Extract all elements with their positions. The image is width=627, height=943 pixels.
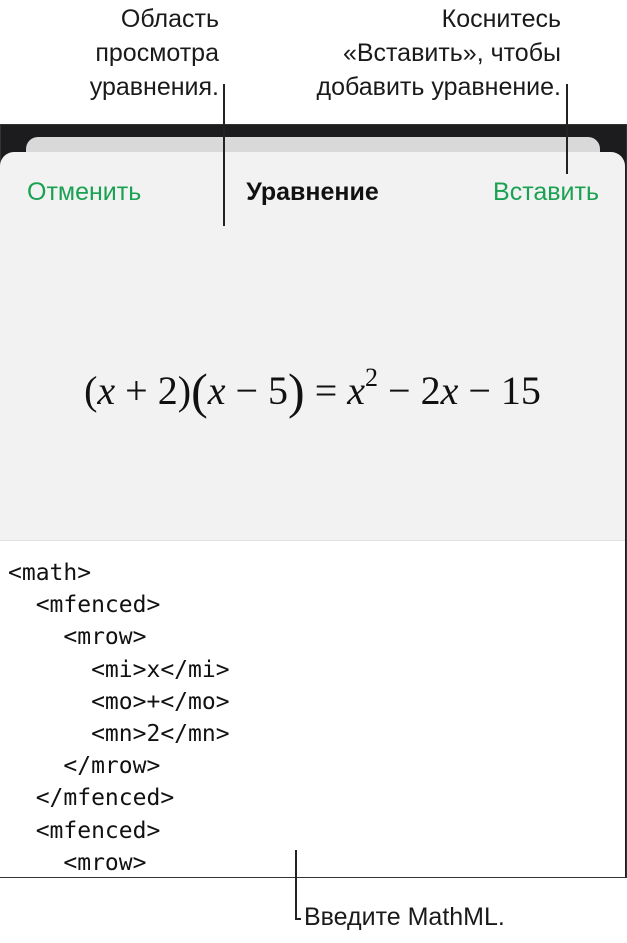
open-paren: ( bbox=[84, 368, 98, 413]
code-line: <math> bbox=[8, 560, 92, 586]
var-x: x bbox=[440, 368, 459, 413]
code-line: <mfenced> bbox=[8, 592, 161, 619]
var-x: x bbox=[207, 368, 226, 413]
leader-line-insert bbox=[566, 84, 568, 174]
code-line: <mi>x</mi> bbox=[8, 656, 230, 683]
callout-insert-hint: Коснитесь «Вставить», чтобы добавить ура… bbox=[316, 5, 561, 101]
minus-operator: − bbox=[458, 368, 501, 413]
equation-sheet: Отменить Уравнение Вставить (x + 2)(x − … bbox=[0, 152, 625, 877]
mathml-code[interactable]: <math> <mfenced> <mrow> <mi>x</mi> <mo>+… bbox=[8, 557, 230, 877]
code-line: <mfenced> bbox=[8, 817, 161, 844]
minus-operator: − bbox=[225, 368, 269, 413]
var-x: x bbox=[97, 368, 116, 413]
equation-preview-area: (x + 2)(x − 5) = x2 − 2x − 15 bbox=[0, 212, 625, 540]
code-line: <mrow> bbox=[8, 624, 147, 651]
number-2: 2 bbox=[157, 368, 178, 413]
callout-enter-mathml: Введите MathML. bbox=[304, 903, 505, 931]
coefficient-2: 2 bbox=[420, 368, 441, 413]
leader-line-mathml-foot bbox=[295, 918, 301, 920]
equals-sign: = bbox=[304, 368, 348, 413]
number-15: 15 bbox=[500, 368, 541, 413]
var-x: x bbox=[347, 368, 366, 413]
code-line: <mn>2</mn> bbox=[8, 720, 230, 747]
code-line: </mrow> bbox=[8, 753, 161, 780]
number-5: 5 bbox=[268, 368, 289, 413]
insert-button[interactable]: Вставить bbox=[493, 178, 599, 207]
callout-preview-area: Область просмотра уравнения. bbox=[89, 5, 219, 101]
mathml-editor[interactable]: <math> <mfenced> <mrow> <mi>x</mi> <mo>+… bbox=[0, 540, 625, 877]
open-paren-large: ( bbox=[191, 363, 208, 419]
plus-operator: + bbox=[115, 368, 158, 413]
code-line: </mfenced> bbox=[8, 785, 175, 812]
close-paren-large: ) bbox=[288, 363, 305, 419]
close-paren: ) bbox=[177, 368, 192, 413]
leader-line-preview bbox=[223, 84, 225, 226]
exponent: 2 bbox=[365, 363, 379, 392]
leader-line-mathml bbox=[295, 850, 297, 920]
code-line: <mrow> bbox=[8, 849, 147, 876]
code-line: <mo>+</mo> bbox=[8, 688, 230, 715]
minus-operator: − bbox=[378, 368, 421, 413]
equation-preview: (x + 2)(x − 5) = x2 − 2x − 15 bbox=[0, 362, 625, 420]
